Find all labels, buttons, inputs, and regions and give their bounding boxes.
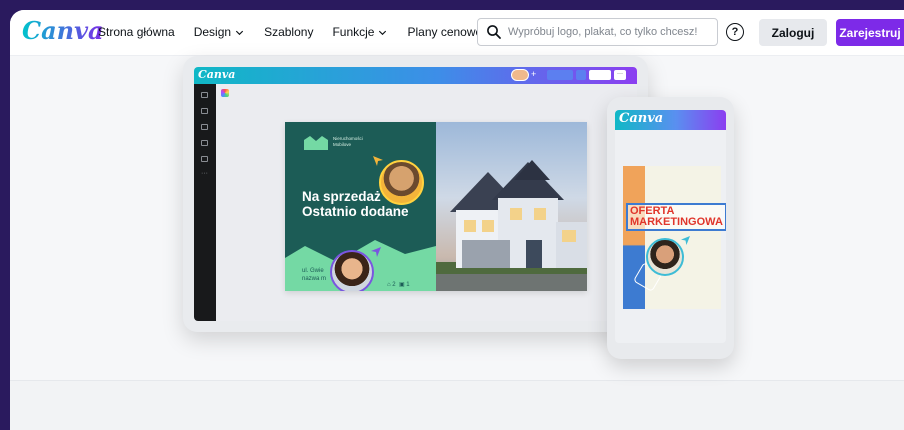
toolbar-button bbox=[589, 70, 611, 80]
agency-name: Nieruchomości Mobilove bbox=[333, 136, 363, 147]
cursor-icon bbox=[371, 247, 381, 257]
cursor-icon bbox=[373, 156, 383, 166]
poster-house-photo bbox=[436, 122, 587, 291]
nav-item-design[interactable]: Design bbox=[194, 25, 245, 39]
search-input[interactable] bbox=[508, 26, 713, 38]
agent-avatar bbox=[379, 160, 424, 205]
top-navigation-bar: Canva Strona główna Design Szablony Funk… bbox=[10, 10, 904, 56]
color-palette-icon bbox=[221, 89, 229, 97]
cursor-icon bbox=[681, 236, 690, 245]
search-icon bbox=[487, 25, 501, 39]
nav-item-features[interactable]: Funkcje bbox=[332, 25, 388, 39]
phone-logo: Canva bbox=[619, 111, 664, 126]
design-color-strip bbox=[623, 166, 645, 309]
elements-icon bbox=[201, 108, 208, 114]
more-icon: ··· bbox=[201, 170, 208, 177]
poster-left-panel: Nieruchomości Mobilove Na sprzedaż Ostat… bbox=[285, 122, 436, 291]
tablet-logo: Canva bbox=[198, 68, 236, 81]
marketing-title: OFERTA MARKETINGOWA bbox=[626, 203, 726, 231]
nav-item-label: Funkcje bbox=[332, 25, 375, 39]
canva-logo[interactable]: Canva bbox=[22, 16, 104, 45]
nav-item-label: Design bbox=[193, 25, 232, 39]
nav-item-label: Szablony bbox=[264, 25, 314, 39]
property-feature-icons: ⌂ 2 ▣ 1 bbox=[387, 282, 410, 288]
house-image bbox=[436, 160, 587, 291]
agent-avatar bbox=[330, 250, 374, 291]
nav-item-home[interactable]: Strona główna bbox=[98, 25, 175, 39]
search-box[interactable] bbox=[477, 18, 718, 46]
poster-title-line: Ostatnio dodane bbox=[302, 204, 409, 219]
real-estate-poster: Nieruchomości Mobilove Na sprzedaż Ostat… bbox=[285, 122, 587, 291]
more-icon: ··· bbox=[614, 70, 626, 80]
phone-toolbar: Canva bbox=[615, 110, 726, 130]
phone-mockup: Canva OFERTA MARKETINGOWA bbox=[607, 97, 734, 359]
templates-icon bbox=[201, 92, 208, 98]
person-avatar bbox=[646, 238, 684, 276]
chevron-down-icon bbox=[235, 30, 244, 35]
projects-icon bbox=[201, 156, 208, 162]
editor-sidebar: ··· bbox=[194, 84, 216, 321]
signup-button[interactable]: Zarejestruj bbox=[836, 19, 904, 46]
uploads-icon bbox=[201, 124, 208, 130]
plus-icon: + bbox=[531, 69, 537, 79]
text-icon bbox=[201, 140, 208, 146]
marketing-design-card: OFERTA MARKETINGOWA bbox=[623, 166, 726, 309]
main-nav: Strona główna Design Szablony Funkcje Pl… bbox=[98, 25, 515, 39]
download-icon bbox=[576, 70, 586, 80]
login-button[interactable]: Zaloguj bbox=[759, 19, 827, 46]
collaborator-avatars bbox=[511, 69, 529, 81]
house-logo-icon bbox=[304, 136, 328, 150]
toolbar-button bbox=[547, 70, 573, 80]
nav-item-label: Strona główna bbox=[98, 25, 175, 39]
question-circle-icon[interactable]: ? bbox=[726, 23, 744, 41]
phone-screen: Canva OFERTA MARKETINGOWA bbox=[615, 110, 726, 343]
lower-section bbox=[10, 380, 904, 430]
nav-item-templates[interactable]: Szablony bbox=[264, 25, 313, 39]
chevron-down-icon bbox=[379, 30, 387, 35]
editor-toolbar: Canva + ··· bbox=[194, 67, 637, 84]
nav-item-label: Plany cenowe bbox=[407, 25, 483, 39]
marketing-title-line: MARKETINGOWA bbox=[630, 216, 723, 228]
